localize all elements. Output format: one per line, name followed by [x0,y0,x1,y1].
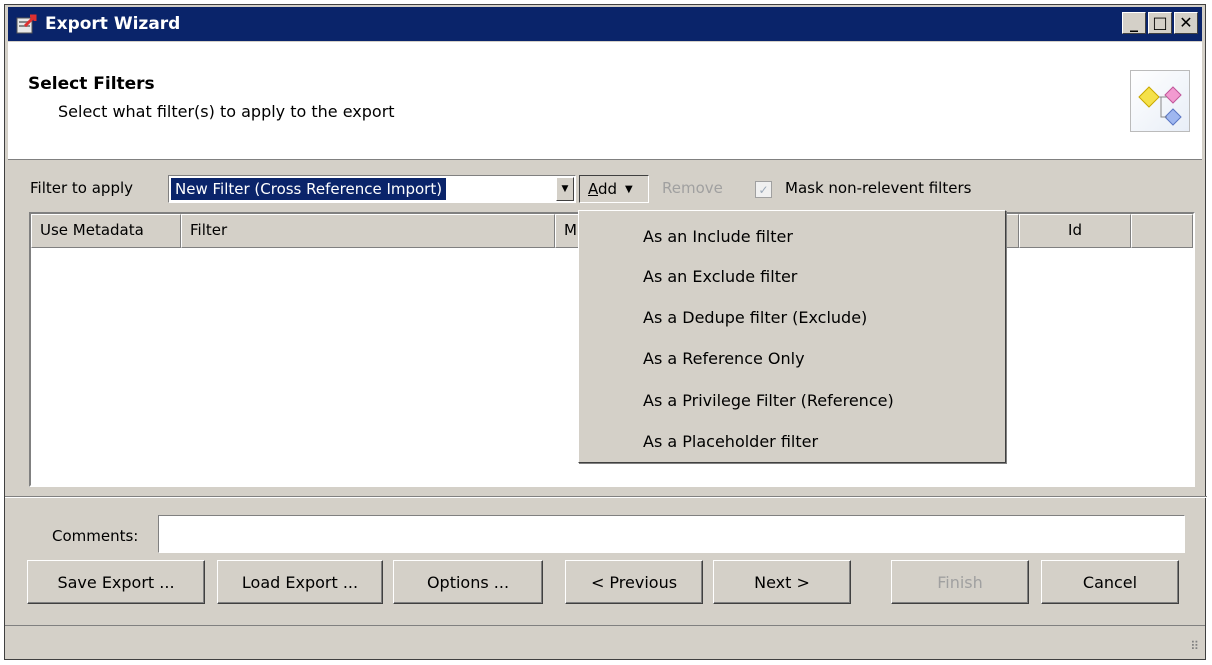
combobox-dropdown-button[interactable]: ▼ [556,177,574,201]
menu-item-dedupe-filter[interactable]: As a Dedupe filter (Exclude) [643,308,867,327]
options-button[interactable]: Options ... [393,560,543,604]
wizard-header: Select Filters Select what filter(s) to … [8,42,1202,160]
title-bar[interactable]: Export Wizard _ □ ✕ [8,7,1202,41]
page-title: Select Filters [28,74,155,94]
selected-filter-value[interactable]: New Filter (Cross Reference Import) [171,178,447,200]
page-subtitle: Select what filter(s) to apply to the ex… [58,102,395,121]
divider [5,496,1207,498]
comments-label: Comments: [52,527,139,545]
checkmark-icon: ✓ [758,182,769,197]
column-header-id[interactable]: Id [1019,214,1131,248]
close-button[interactable]: ✕ [1174,12,1198,34]
load-export-button[interactable]: Load Export ... [217,560,383,604]
menu-item-privilege-filter[interactable]: As a Privilege Filter (Reference) [643,391,894,410]
column-header-spacer [1131,214,1193,248]
mask-filters-checkbox[interactable]: ✓ [755,181,772,198]
comments-input[interactable] [158,515,1185,553]
window-controls: _ □ ✕ [1122,12,1198,34]
column-header-use-metadata[interactable]: Use Metadata [31,214,181,248]
dropdown-arrow-icon: ▼ [625,183,633,195]
finish-button[interactable]: Finish [891,560,1029,604]
next-button[interactable]: Next > [713,560,851,604]
add-label-rest: dd [598,180,618,198]
status-bar: ⠿ [5,625,1205,659]
menu-item-exclude-filter[interactable]: As an Exclude filter [643,267,797,286]
resize-grip-icon[interactable]: ⠿ [1190,639,1199,653]
window-title: Export Wizard [45,14,181,34]
filter-toolbar: Filter to apply New Filter (Cross Refere… [5,173,1207,205]
remove-button[interactable]: Remove [662,179,723,197]
menu-item-placeholder-filter[interactable]: As a Placeholder filter [643,432,818,451]
add-accel-char: A [588,180,598,198]
export-app-icon [16,13,38,35]
cancel-button[interactable]: Cancel [1041,560,1179,604]
filter-flow-icon [1130,70,1190,132]
mask-filters-label[interactable]: Mask non-relevent filters [785,179,971,197]
add-button[interactable]: Add ▼ [579,175,649,203]
menu-item-include-filter[interactable]: As an Include filter [643,227,793,246]
chevron-down-icon: ▼ [561,184,569,194]
add-filter-menu: As an Include filter As an Exclude filte… [578,210,1006,463]
filter-to-apply-label: Filter to apply [30,179,134,197]
export-wizard-window: Export Wizard _ □ ✕ Select Filters Selec… [4,4,1207,660]
minimize-button[interactable]: _ [1122,12,1146,34]
save-export-button[interactable]: Save Export ... [27,560,205,604]
previous-button[interactable]: < Previous [565,560,703,604]
add-button-label: Add [588,180,617,198]
menu-item-reference-only[interactable]: As a Reference Only [643,349,805,368]
column-header-filter[interactable]: Filter [181,214,555,248]
filter-combobox[interactable]: New Filter (Cross Reference Import) ▼ [168,175,576,203]
maximize-button[interactable]: □ [1148,12,1172,34]
